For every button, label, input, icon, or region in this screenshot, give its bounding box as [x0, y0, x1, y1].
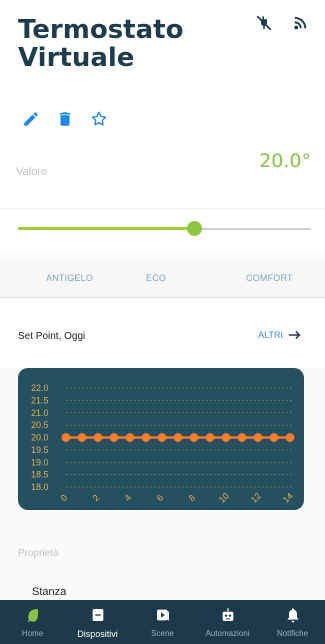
current-value: 20.0°: [259, 150, 311, 172]
nav-automations-label: Automazioni: [205, 629, 250, 638]
x-tick-label: 12: [249, 491, 263, 505]
value-label: Valore: [16, 166, 47, 178]
y-tick-label: 19.5: [31, 445, 49, 455]
y-tick-label: 21.5: [31, 395, 49, 405]
x-tick-label: 8: [187, 493, 198, 504]
data-point: [205, 433, 215, 442]
more-button[interactable]: ALTRI: [258, 328, 303, 342]
data-point: [61, 433, 71, 442]
y-tick-label: 19.0: [31, 457, 49, 467]
value-row: Valore 20.0°: [0, 150, 325, 208]
data-point: [125, 433, 135, 442]
data-point: [253, 433, 263, 442]
data-point: [109, 433, 119, 442]
nav-notifications-label: Notifiche: [276, 629, 309, 638]
nav-devices[interactable]: Dispositivi: [65, 600, 130, 644]
data-point: [141, 433, 151, 442]
setpoint-chart: 22.0 21.5 21.0 20.5 20.0 19.5 19.0 18.5 18.0 0 2 4 6…: [18, 368, 304, 510]
data-point: [285, 433, 295, 442]
x-tick-label: 6: [155, 493, 166, 504]
y-tick-label: 20.0: [31, 433, 49, 443]
signal-icon[interactable]: [291, 14, 309, 37]
x-tick-label: 10: [217, 491, 231, 505]
nav-home[interactable]: Home: [0, 600, 65, 644]
more-label: ALTRI: [258, 330, 283, 340]
star-icon[interactable]: [90, 110, 108, 128]
nav-home-label: Home: [21, 629, 44, 638]
data-point: [237, 433, 247, 442]
y-tick-label: 18.0: [31, 482, 49, 492]
leaf-icon: [27, 609, 38, 623]
setpoint-chart-svg: 22.0 21.5 21.0 20.5 20.0 19.5 19.0 18.5 18.0 0 2 4 6…: [31, 383, 295, 505]
scene-icon: [156, 609, 169, 621]
y-tick-label: 18.5: [31, 470, 49, 480]
y-tick-label: 22.0: [31, 383, 49, 393]
data-point: [93, 433, 103, 442]
page-title: Termostato Virtuale: [18, 15, 184, 73]
bottom-nav: Home Dispositivi Scene Automazioni Notif…: [0, 600, 325, 644]
data-point: [77, 433, 87, 442]
arrow-right-icon: [288, 330, 301, 340]
mode-comfort-button[interactable]: COMFORT: [246, 273, 293, 283]
delete-icon[interactable]: [56, 110, 74, 128]
x-tick-label: 0: [59, 493, 70, 504]
nav-scenes[interactable]: Scene: [130, 600, 195, 644]
properties-label: Proprietà: [18, 548, 59, 559]
data-point: [221, 433, 231, 442]
nav-devices-label: Dispositivi: [77, 629, 118, 639]
edit-icon[interactable]: [22, 110, 40, 128]
room-field[interactable]: Stanza: [32, 586, 66, 598]
nav-notifications[interactable]: Notifiche: [260, 600, 325, 644]
x-tick-label: 4: [123, 493, 134, 504]
properties-section: Proprietà Stanza: [0, 522, 325, 600]
y-tick-label: 20.5: [31, 420, 49, 430]
data-point: [173, 433, 183, 442]
device-actions: [22, 110, 108, 128]
header-status-icons: [255, 14, 309, 37]
y-tick-label: 21.0: [31, 408, 49, 418]
nav-automations[interactable]: Automazioni: [195, 600, 260, 644]
nav-scenes-label: Scene: [151, 629, 174, 638]
slider-fill: [18, 227, 194, 230]
robot-icon: [222, 608, 233, 621]
setpoint-header: Set Point, Oggi ALTRI: [0, 298, 325, 368]
device-icon: [92, 609, 103, 621]
data-point: [269, 433, 279, 442]
slider-thumb[interactable]: [186, 221, 202, 236]
data-point: [189, 433, 199, 442]
mode-eco-button[interactable]: ECO: [146, 273, 166, 283]
x-tick-label: 2: [91, 493, 102, 504]
data-point: [157, 433, 167, 442]
header: Termostato Virtuale: [0, 0, 325, 150]
x-tick-label: 14: [281, 491, 295, 505]
temperature-slider[interactable]: [0, 208, 325, 252]
mode-antigelo-button[interactable]: ANTIGELO: [46, 273, 93, 283]
setpoint-label: Set Point, Oggi: [18, 331, 86, 342]
plug-off-icon[interactable]: [255, 14, 273, 37]
mode-selector: ANTIGELO ECO COMFORT: [0, 262, 325, 298]
bell-icon: [287, 608, 298, 623]
